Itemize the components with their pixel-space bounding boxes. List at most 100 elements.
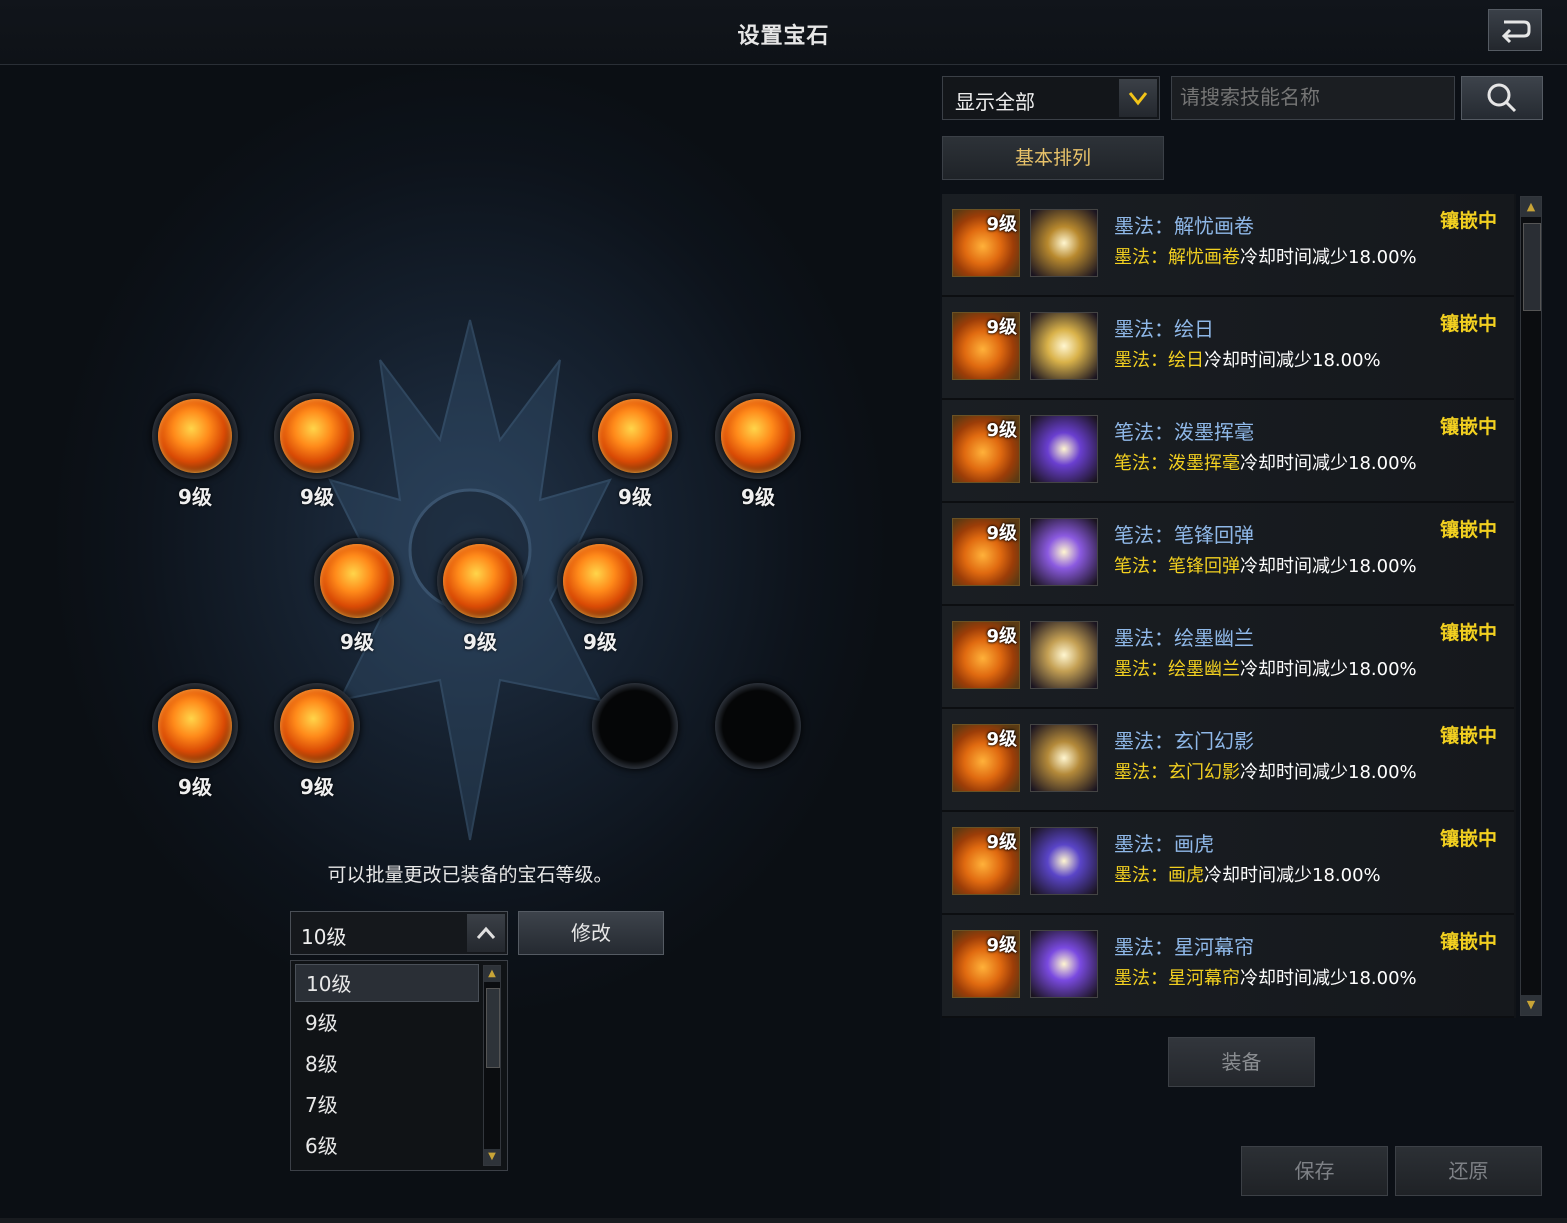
gem-level-label: 9级 xyxy=(178,485,212,509)
gem-level-badge: 9级 xyxy=(986,214,1017,235)
level-select-value: 10级 xyxy=(301,925,347,949)
status-badge: 镶嵌中 xyxy=(1440,519,1498,541)
skill-name: 墨法：绘墨幽兰 xyxy=(1114,626,1254,650)
chevron-down-icon[interactable] xyxy=(1119,79,1157,117)
fire-gem-icon xyxy=(280,399,354,473)
title-bar: 设置宝石 xyxy=(0,0,1567,65)
equip-button[interactable]: 装备 xyxy=(1168,1037,1315,1087)
search-input[interactable] xyxy=(1171,76,1455,120)
fire-gem-icon xyxy=(443,544,517,618)
skill-row[interactable]: 9级 笔法：泼墨挥毫 笔法：泼墨挥毫冷却时间减少18.00% 镶嵌中 xyxy=(942,400,1514,503)
chevron-up-icon[interactable] xyxy=(467,914,505,952)
level-dropdown: 10级 9级 8级 7级 6级 ▲ ▼ xyxy=(290,960,508,1171)
sun-burst-icon xyxy=(1030,312,1098,380)
gem-slot[interactable] xyxy=(580,675,690,785)
fire-gem-icon: 9级 xyxy=(952,518,1020,586)
gem-level-label: 9级 xyxy=(618,485,652,509)
gem-level-label: 9级 xyxy=(300,775,334,799)
skill-name: 墨法：绘日 xyxy=(1114,317,1214,341)
level-option[interactable]: 6级 xyxy=(295,1127,479,1165)
scroll-up-icon[interactable]: ▲ xyxy=(484,966,500,982)
skill-row[interactable]: 9级 墨法：玄门幻影 墨法：玄门幻影冷却时间减少18.00% 镶嵌中 xyxy=(942,709,1514,812)
status-badge: 镶嵌中 xyxy=(1440,416,1498,438)
level-option[interactable]: 8级 xyxy=(295,1045,479,1083)
gem-level-badge: 9级 xyxy=(986,523,1017,544)
skill-name: 墨法：解忧画卷 xyxy=(1114,214,1254,238)
dropdown-scrollbar[interactable]: ▲ ▼ xyxy=(483,965,501,1166)
gem-level-badge: 9级 xyxy=(986,626,1017,647)
fire-gem-icon xyxy=(158,399,232,473)
fire-gem-icon: 9级 xyxy=(952,827,1020,895)
level-option[interactable]: 7级 xyxy=(295,1086,479,1124)
fire-gem-icon: 9级 xyxy=(952,621,1020,689)
scrollbar-thumb[interactable] xyxy=(1523,223,1541,311)
batch-hint: 可以批量更改已装备的宝石等级。 xyxy=(327,864,613,886)
gem-slot[interactable]: 9级 xyxy=(302,530,412,654)
page-title: 设置宝石 xyxy=(737,24,830,49)
skill-name: 笔法：笔锋回弹 xyxy=(1114,523,1254,547)
fire-gem-icon: 9级 xyxy=(952,930,1020,998)
back-button[interactable] xyxy=(1488,9,1542,51)
skill-effect: 墨法：绘墨幽兰冷却时间减少18.00% xyxy=(1114,659,1417,680)
skill-effect: 墨法：玄门幻影冷却时间减少18.00% xyxy=(1114,762,1417,783)
search-button[interactable] xyxy=(1461,76,1543,120)
gem-slot[interactable]: 9级 xyxy=(580,385,690,509)
skill-row[interactable]: 9级 笔法：笔锋回弹笔法：笔锋回弹冷却时间减少18.00% 镶嵌中 xyxy=(942,503,1514,606)
save-button[interactable]: 保存 xyxy=(1241,1146,1388,1196)
sort-button[interactable]: 基本排列 xyxy=(942,136,1164,180)
skill-effect: 墨法：星河幕帘冷却时间减少18.00% xyxy=(1114,968,1417,989)
gem-level-label: 9级 xyxy=(463,630,497,654)
gem-level-badge: 9级 xyxy=(986,420,1017,441)
ink-splash-icon xyxy=(1030,415,1098,483)
level-option[interactable]: 10级 xyxy=(295,964,479,1002)
restore-button[interactable]: 还原 xyxy=(1395,1146,1542,1196)
fire-gem-icon xyxy=(598,399,672,473)
ink-scroll-icon xyxy=(1030,209,1098,277)
brush-rebound-icon xyxy=(1030,518,1098,586)
status-badge: 镶嵌中 xyxy=(1440,931,1498,953)
gem-socket-ring xyxy=(715,683,801,769)
modify-button[interactable]: 修改 xyxy=(518,911,664,955)
gem-level-badge: 9级 xyxy=(986,317,1017,338)
skill-list-scrollbar[interactable]: ▲ ▼ xyxy=(1520,196,1542,1016)
gem-slot[interactable]: 9级 xyxy=(425,530,535,654)
level-select[interactable]: 10级 xyxy=(290,911,508,955)
gem-level-badge: 9级 xyxy=(986,832,1017,853)
fire-gem-icon: 9级 xyxy=(952,209,1020,277)
level-option[interactable]: 9级 xyxy=(295,1004,479,1042)
status-badge: 镶嵌中 xyxy=(1440,622,1498,644)
scrollbar-thumb[interactable] xyxy=(486,988,500,1068)
fire-gem-icon xyxy=(280,689,354,763)
skill-row[interactable]: 9级 墨法：解忧画卷 墨法：解忧画卷冷却时间减少18.00% 镶嵌中 xyxy=(942,194,1514,297)
fire-gem-icon xyxy=(721,399,795,473)
gem-level-badge: 9级 xyxy=(986,729,1017,750)
gem-slot[interactable]: 9级 xyxy=(703,385,813,509)
gem-slot[interactable] xyxy=(703,675,813,785)
skill-row[interactable]: 9级 墨法：画虎 墨法：画虎冷却时间减少18.00% 镶嵌中 xyxy=(942,812,1514,915)
skill-row[interactable]: 9级 墨法：绘日 墨法：绘日冷却时间减少18.00% 镶嵌中 xyxy=(942,297,1514,400)
skill-effect: 笔法：笔锋回弹冷却时间减少18.00% xyxy=(1114,556,1417,577)
fire-gem-icon: 9级 xyxy=(952,312,1020,380)
scroll-up-icon[interactable]: ▲ xyxy=(1521,197,1541,217)
gem-level-label: 9级 xyxy=(583,630,617,654)
scroll-down-icon[interactable]: ▼ xyxy=(484,1149,500,1165)
status-badge: 镶嵌中 xyxy=(1440,828,1498,850)
bottom-divider xyxy=(0,1218,1567,1223)
gem-slot[interactable]: 9级 xyxy=(140,385,250,509)
gem-level-label: 9级 xyxy=(741,485,775,509)
gem-slot[interactable]: 9级 xyxy=(262,385,372,509)
phantom-icon xyxy=(1030,724,1098,792)
gem-slot[interactable]: 9级 xyxy=(140,675,250,799)
gem-slot[interactable]: 9级 xyxy=(262,675,372,799)
fire-gem-icon xyxy=(563,544,637,618)
filter-select[interactable]: 显示全部 xyxy=(942,76,1160,120)
orchid-icon xyxy=(1030,621,1098,689)
scroll-down-icon[interactable]: ▼ xyxy=(1521,995,1541,1015)
filter-value: 显示全部 xyxy=(955,90,1035,114)
gem-slot[interactable]: 9级 xyxy=(545,530,655,654)
skill-row[interactable]: 9级 墨法：绘墨幽兰墨法：绘墨幽兰冷却时间减少18.00% 镶嵌中 xyxy=(942,606,1514,709)
skill-name: 墨法：画虎 xyxy=(1114,832,1214,856)
skill-effect: 笔法：泼墨挥毫冷却时间减少18.00% xyxy=(1114,453,1417,474)
status-badge: 镶嵌中 xyxy=(1440,725,1498,747)
skill-row[interactable]: 9级 墨法：星河幕帘 墨法：星河幕帘冷却时间减少18.00% 镶嵌中 xyxy=(942,915,1514,1018)
